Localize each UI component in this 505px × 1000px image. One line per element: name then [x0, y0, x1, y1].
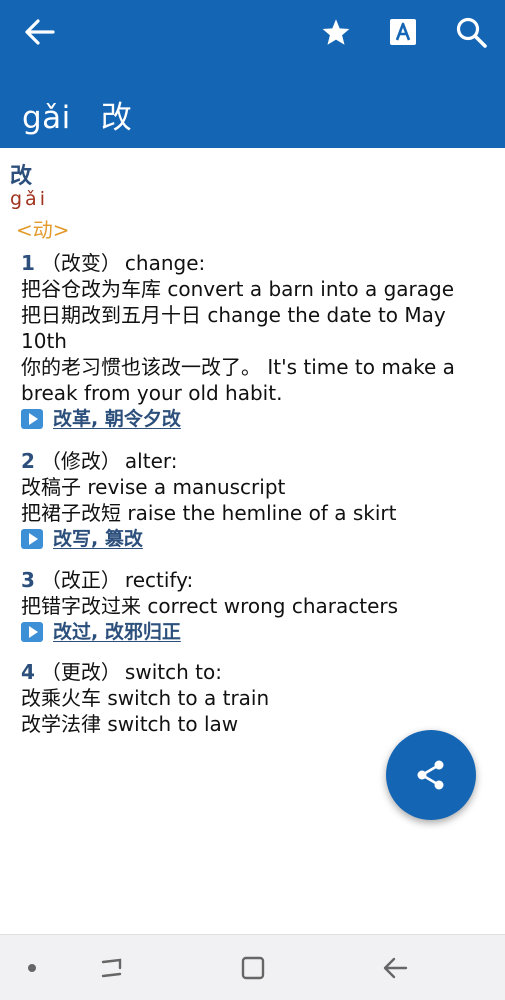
- sense-2: 2 （修改） alter: 改稿子 revise a manuscript 把裙子改…: [21, 448, 491, 552]
- example: 把谷仓改为车库 convert a barn into a garage: [21, 277, 455, 301]
- play-icon: [21, 529, 43, 549]
- related-link[interactable]: 改写, 篡改: [53, 526, 143, 552]
- example: 把错字改过来 correct wrong characters: [21, 594, 399, 618]
- sense-gloss: switch to:: [124, 660, 222, 684]
- sense-number: 3: [21, 568, 35, 592]
- sense-number: 1: [21, 251, 35, 275]
- back-nav-icon[interactable]: [380, 953, 410, 983]
- share-button[interactable]: [386, 730, 476, 820]
- sense-gloss: alter:: [124, 449, 178, 473]
- example: 改稿子 revise a manuscript: [21, 475, 286, 499]
- share-icon: [417, 760, 444, 790]
- app-bar: gǎi 改: [0, 0, 505, 148]
- home-icon[interactable]: [238, 953, 268, 983]
- sense-4: 4 （更改） switch to: 改乘火车 switch to a train 改…: [21, 659, 491, 737]
- example: 把裙子改短 raise the hemline of a skirt: [21, 501, 397, 525]
- play-icon: [21, 409, 43, 429]
- back-arrow-icon[interactable]: [20, 12, 60, 52]
- sense-label: （修改）: [40, 449, 121, 473]
- title-character: 改: [100, 100, 133, 136]
- related-links: 改革, 朝令夕改: [21, 406, 491, 432]
- sense-label: （更改）: [40, 660, 121, 684]
- sense-label: （改变）: [40, 251, 121, 275]
- star-icon[interactable]: [316, 12, 356, 52]
- sense-1: 1 （改变） change: 把谷仓改为车库 convert a barn into…: [21, 250, 491, 432]
- headword: 改: [10, 164, 33, 189]
- related-links: 改过, 改邪归正: [21, 619, 491, 645]
- example: 改乘火车 switch to a train: [21, 686, 270, 710]
- sense-3: 3 （改正） rectify: 把错字改过来 correct wrong chara…: [21, 567, 491, 645]
- sense-number: 4: [21, 660, 35, 684]
- play-icon: [21, 622, 43, 642]
- sense-gloss: rectify:: [124, 568, 194, 592]
- system-nav-bar: [0, 934, 505, 1000]
- sense-gloss: change:: [124, 251, 206, 275]
- example: 把日期改到五月十日 change the date to May 10th: [21, 303, 446, 353]
- page-title: gǎi 改: [22, 92, 132, 137]
- related-links: 改写, 篡改: [21, 526, 491, 552]
- title-pinyin: gǎi: [22, 100, 71, 136]
- nav-dot-icon[interactable]: [17, 953, 47, 983]
- recent-apps-icon[interactable]: [97, 953, 127, 983]
- related-link[interactable]: 改过, 改邪归正: [53, 619, 181, 645]
- related-link[interactable]: 改革, 朝令夕改: [53, 406, 181, 432]
- example: 你的老习惯也该改一改了。 It's time to make a break f…: [21, 355, 455, 405]
- sense-label: （改正）: [40, 568, 121, 592]
- search-icon[interactable]: [451, 12, 491, 52]
- font-size-icon[interactable]: [383, 12, 423, 52]
- part-of-speech: <动>: [16, 218, 70, 242]
- headword-pinyin: gǎi: [10, 188, 48, 210]
- sense-number: 2: [21, 449, 35, 473]
